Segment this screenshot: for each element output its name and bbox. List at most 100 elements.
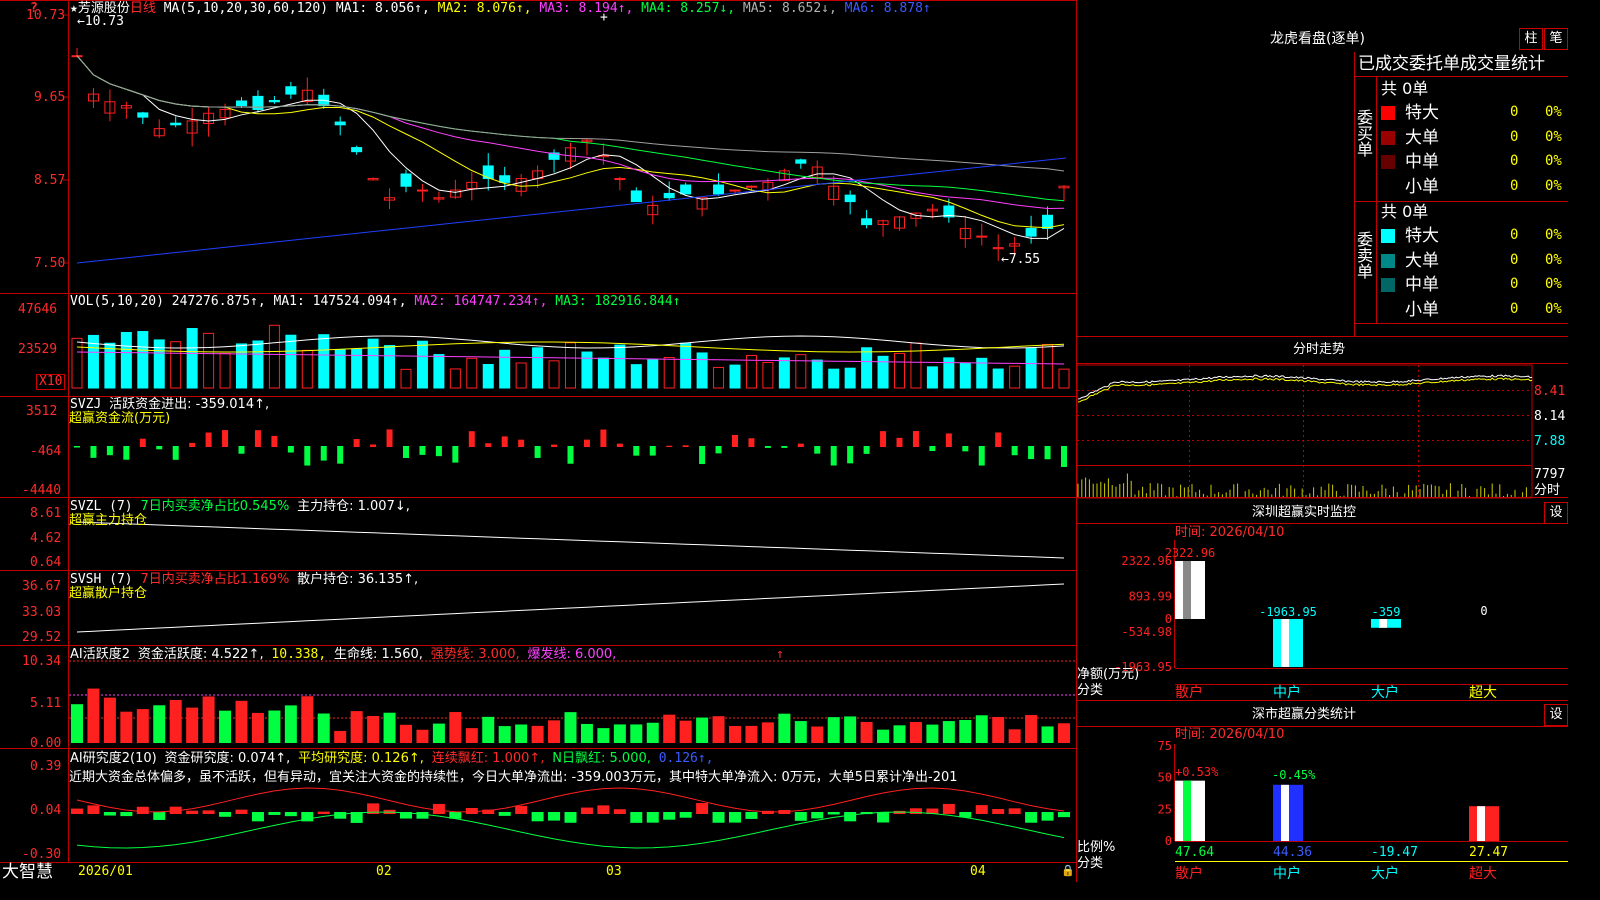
sz-stats-bar-shade [1281,784,1289,841]
tick-mode-button[interactable]: 笔 [1544,28,1568,50]
ai2-bar [235,809,248,814]
volume-bar [236,343,247,389]
ai1-bar [87,688,100,743]
sz-stats-settings-button[interactable]: 设 [1544,704,1568,726]
svzj-bar [600,429,607,447]
ai1-bar [1008,729,1021,743]
ai1-bar [778,713,791,743]
candle-body [137,112,149,118]
ai2-bar [729,812,741,823]
ai2-bar [136,806,149,814]
ai1-bar [877,729,890,743]
volume-bar [614,344,626,389]
ai1-bar [893,725,906,743]
svzj-bar [748,438,755,447]
svzj-bar [814,446,821,454]
volume-bar [367,338,379,389]
svzj-y-tick: 3512 [26,404,58,419]
volume-bar [104,342,116,389]
ai1-bar [564,712,577,743]
ai1-bar [580,723,593,743]
volume-bar [515,362,527,389]
volume-bar [1009,365,1021,389]
ai2-bar [416,812,429,819]
ai2-bar [515,805,528,814]
intraday-foot: 分时 [1534,483,1561,498]
ai1-bar [1025,715,1038,743]
main-y-tick: 8.57 [34,173,66,188]
svzj-bar [287,446,294,453]
volume-bar [170,341,182,389]
volume-bar [268,324,280,389]
candles-group [71,47,1070,262]
volume-bar [416,340,428,389]
ai2-bar [186,810,199,814]
sz-monitor-settings-button[interactable]: 设 [1544,502,1568,524]
order-size-swatch [1381,179,1395,194]
svzj-bar [353,439,360,447]
sz-monitor-xlabel: 分类 [1077,683,1104,698]
ai1-bar [794,721,807,743]
ai2-bar [465,807,478,814]
svzj-bar [880,431,887,447]
volume-bar [351,348,363,389]
ai1-bar [334,730,347,743]
ai2-bar [548,812,561,821]
ai1-bar [284,705,297,743]
sz-monitor-bar-shade [1379,619,1387,628]
sz-stats-bar-shade [1183,780,1191,841]
svzj-bar [452,446,459,463]
ai1-bar [745,725,758,743]
svzj-bar [863,446,870,454]
volume-bar [959,362,971,389]
ai1-b: 10.338, [271,647,327,662]
bar-mode-button[interactable]: 柱 [1519,28,1543,50]
ai2-a: 资金研究度: 0.074↑, [164,751,291,766]
period-label[interactable]: 日线 [130,1,156,16]
ma4-value: MA4: 8.257↓, [641,1,736,16]
volume-bar [795,354,807,389]
ai1-bar [827,717,840,743]
ai1-bar [679,720,692,743]
ma3-value: MA3: 8.194↑, [539,1,634,16]
kline-chart-area[interactable]: 2322.96893.990-534.98-1963.952322.96散户-1… [0,0,1568,882]
ai1-bar [1041,726,1054,743]
svzj-line: 活跃资金进出: -359.014↑, [109,397,270,412]
ai2-bar [745,812,758,819]
candle-body [285,86,297,95]
ai1-bar [432,723,445,743]
volume-bar [120,331,132,389]
ai1-bar [531,725,544,743]
ai1-bar [630,724,643,743]
ai1-bar [811,726,824,743]
candle-body [729,189,741,192]
svzj-bar [106,446,113,456]
svzj-bar [74,446,80,448]
order-size-volume: 0 [1510,128,1519,145]
date-tick: 2026/01 [78,864,133,879]
vol-y-tick: 23529 [18,342,58,357]
ai2-bar [120,812,133,817]
lock-icon[interactable]: 🔒 [1061,863,1075,878]
svzj-bar [90,446,97,458]
order-size-swatch [1381,155,1395,169]
high-price-value: 10.73 [84,14,124,29]
order-size-percent: 0% [1545,153,1562,169]
volume-bar [1058,368,1070,389]
order-size-volume: 0 [1510,300,1519,317]
intraday-y-tick: 8.41 [1534,384,1566,399]
volume-bar [1025,347,1037,389]
vol-ma3: MA3: 182916.844↑ [555,294,681,309]
ai2-note: 近期大资金总体偏多，虽不活跃，但有异动，宜关注大资金的持续性，今日大单净流出: … [69,770,958,785]
order-size-swatch [1381,253,1395,268]
svsh-y-tick: 33.03 [22,605,62,620]
volume-bar [203,332,215,389]
candle-body [1025,227,1037,237]
svzj-bar [123,446,130,460]
svzl-y-tick: 0.64 [30,555,62,570]
ai2-bar [153,812,166,820]
sz-monitor-y-tick: 893.99 [1129,590,1172,604]
svzj-bar [912,431,919,447]
ai1-c: 生命线: 1.560, [334,647,423,662]
order-size-swatch [1381,130,1395,145]
